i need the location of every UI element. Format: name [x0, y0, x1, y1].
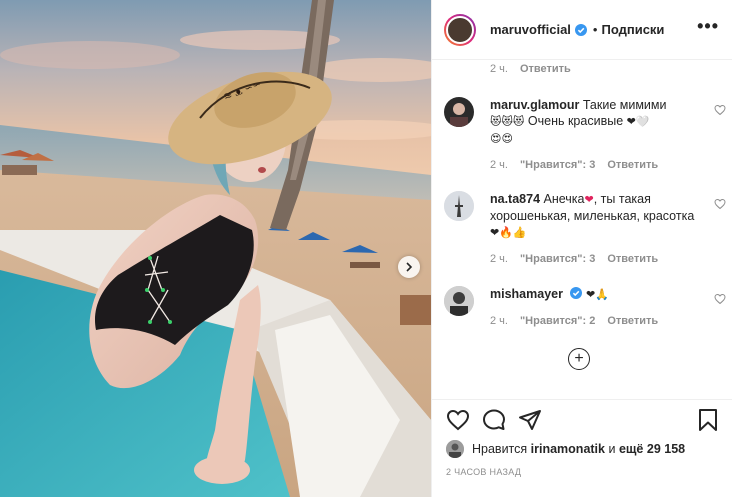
reply-button[interactable]: Ответить [520, 63, 571, 75]
comment-likes[interactable]: "Нравится": 3 [520, 251, 595, 267]
header-separator: • [592, 22, 598, 37]
reply-button[interactable]: Ответить [607, 313, 658, 329]
post-actions-bar: Нравится irinamonatik и ещё 29 158 2 ЧАС… [432, 399, 732, 497]
likes-summary: Нравится irinamonatik и ещё 29 158 [446, 440, 685, 458]
comment-time: 2 ч. [490, 253, 508, 265]
verified-icon [570, 287, 583, 299]
comment-emoji: ❤🙏 [585, 288, 609, 301]
comment-time: 2 ч. [490, 63, 508, 75]
liker-username[interactable]: irinamonatik [531, 442, 605, 456]
post-timestamp[interactable]: 2 ЧАСОВ НАЗАД [446, 467, 521, 477]
comment-item: 2 ч. Ответить [444, 63, 726, 75]
author-username[interactable]: maruvofficial [490, 22, 571, 37]
comment-meta: 2 ч. "Нравится": 2 Ответить [490, 313, 700, 329]
commenter-avatar[interactable] [444, 191, 474, 221]
bookmark-icon[interactable] [696, 408, 720, 432]
chevron-right-icon [406, 262, 413, 272]
comment-time: 2 ч. [490, 159, 508, 171]
commenter-avatar[interactable] [444, 286, 474, 316]
heart-icon[interactable] [446, 408, 470, 432]
commenter-username[interactable]: na.ta874 [490, 192, 540, 206]
reply-button[interactable]: Ответить [607, 251, 658, 267]
comment-emoji: ❤ [584, 193, 594, 206]
comment-emoji-3: 😍😍 [490, 132, 513, 145]
comment-meta: 2 ч. Ответить [490, 63, 726, 75]
beach-photo-image: ≋ ᴥ ∽∽ [0, 0, 431, 497]
comment-body: na.ta874 Анечка❤, ты такая хорошенькая, … [490, 191, 700, 267]
likes-conjunction: и [608, 442, 616, 456]
liker-avatar[interactable] [446, 440, 464, 458]
post-side-panel: maruvofficial • Подписки ••• 2 ч. Ответи… [431, 0, 732, 497]
comment-heart-icon[interactable] [714, 104, 726, 116]
commenter-username[interactable]: maruv.glamour [490, 98, 579, 112]
comments-list: 2 ч. Ответить maruv.glamour Такие мимими… [432, 61, 732, 399]
carousel-next-button[interactable] [398, 256, 420, 278]
post-photo[interactable]: ≋ ᴥ ∽∽ [0, 0, 431, 497]
comment-heart-icon[interactable] [714, 293, 726, 305]
likes-count[interactable]: ещё 29 158 [619, 442, 685, 456]
likes-prefix: Нравится [472, 442, 528, 456]
comment-body: maruv.glamour Такие мимими 😻😻😻 Очень кра… [490, 97, 700, 173]
comment-emoji-2: ❤🔥👍 [490, 226, 527, 239]
comment-likes[interactable]: "Нравится": 3 [520, 157, 595, 173]
comment-text-2: Очень красивые [527, 114, 624, 128]
commenter-avatar[interactable] [444, 97, 474, 127]
comment-heart-icon[interactable] [714, 198, 726, 210]
comment-meta: 2 ч. "Нравится": 3 Ответить [490, 251, 700, 267]
comment-text: Такие мимими [582, 98, 667, 112]
comment-text: Анечка [543, 192, 585, 206]
following-button[interactable]: Подписки [601, 22, 664, 37]
comment-icon[interactable] [482, 408, 506, 432]
verified-icon [574, 23, 587, 36]
reply-button[interactable]: Ответить [607, 157, 658, 173]
more-options-button[interactable]: ••• [697, 17, 719, 35]
post-header: maruvofficial • Подписки ••• [432, 0, 732, 60]
comment-body: mishamayer ❤🙏 2 ч. "Нравится": 2 Ответит… [490, 286, 700, 329]
author-avatar[interactable] [444, 13, 476, 46]
comment-meta: 2 ч. "Нравится": 3 Ответить [490, 157, 700, 173]
comment-likes[interactable]: "Нравится": 2 [520, 313, 595, 329]
comment-time: 2 ч. [490, 315, 508, 327]
comment-emoji-2: ❤🤍 [626, 115, 650, 128]
comment-emoji: 😻😻😻 [490, 115, 525, 128]
add-comment-icon[interactable]: + [568, 348, 590, 370]
share-icon[interactable] [518, 408, 542, 432]
commenter-username[interactable]: mishamayer [490, 287, 563, 301]
